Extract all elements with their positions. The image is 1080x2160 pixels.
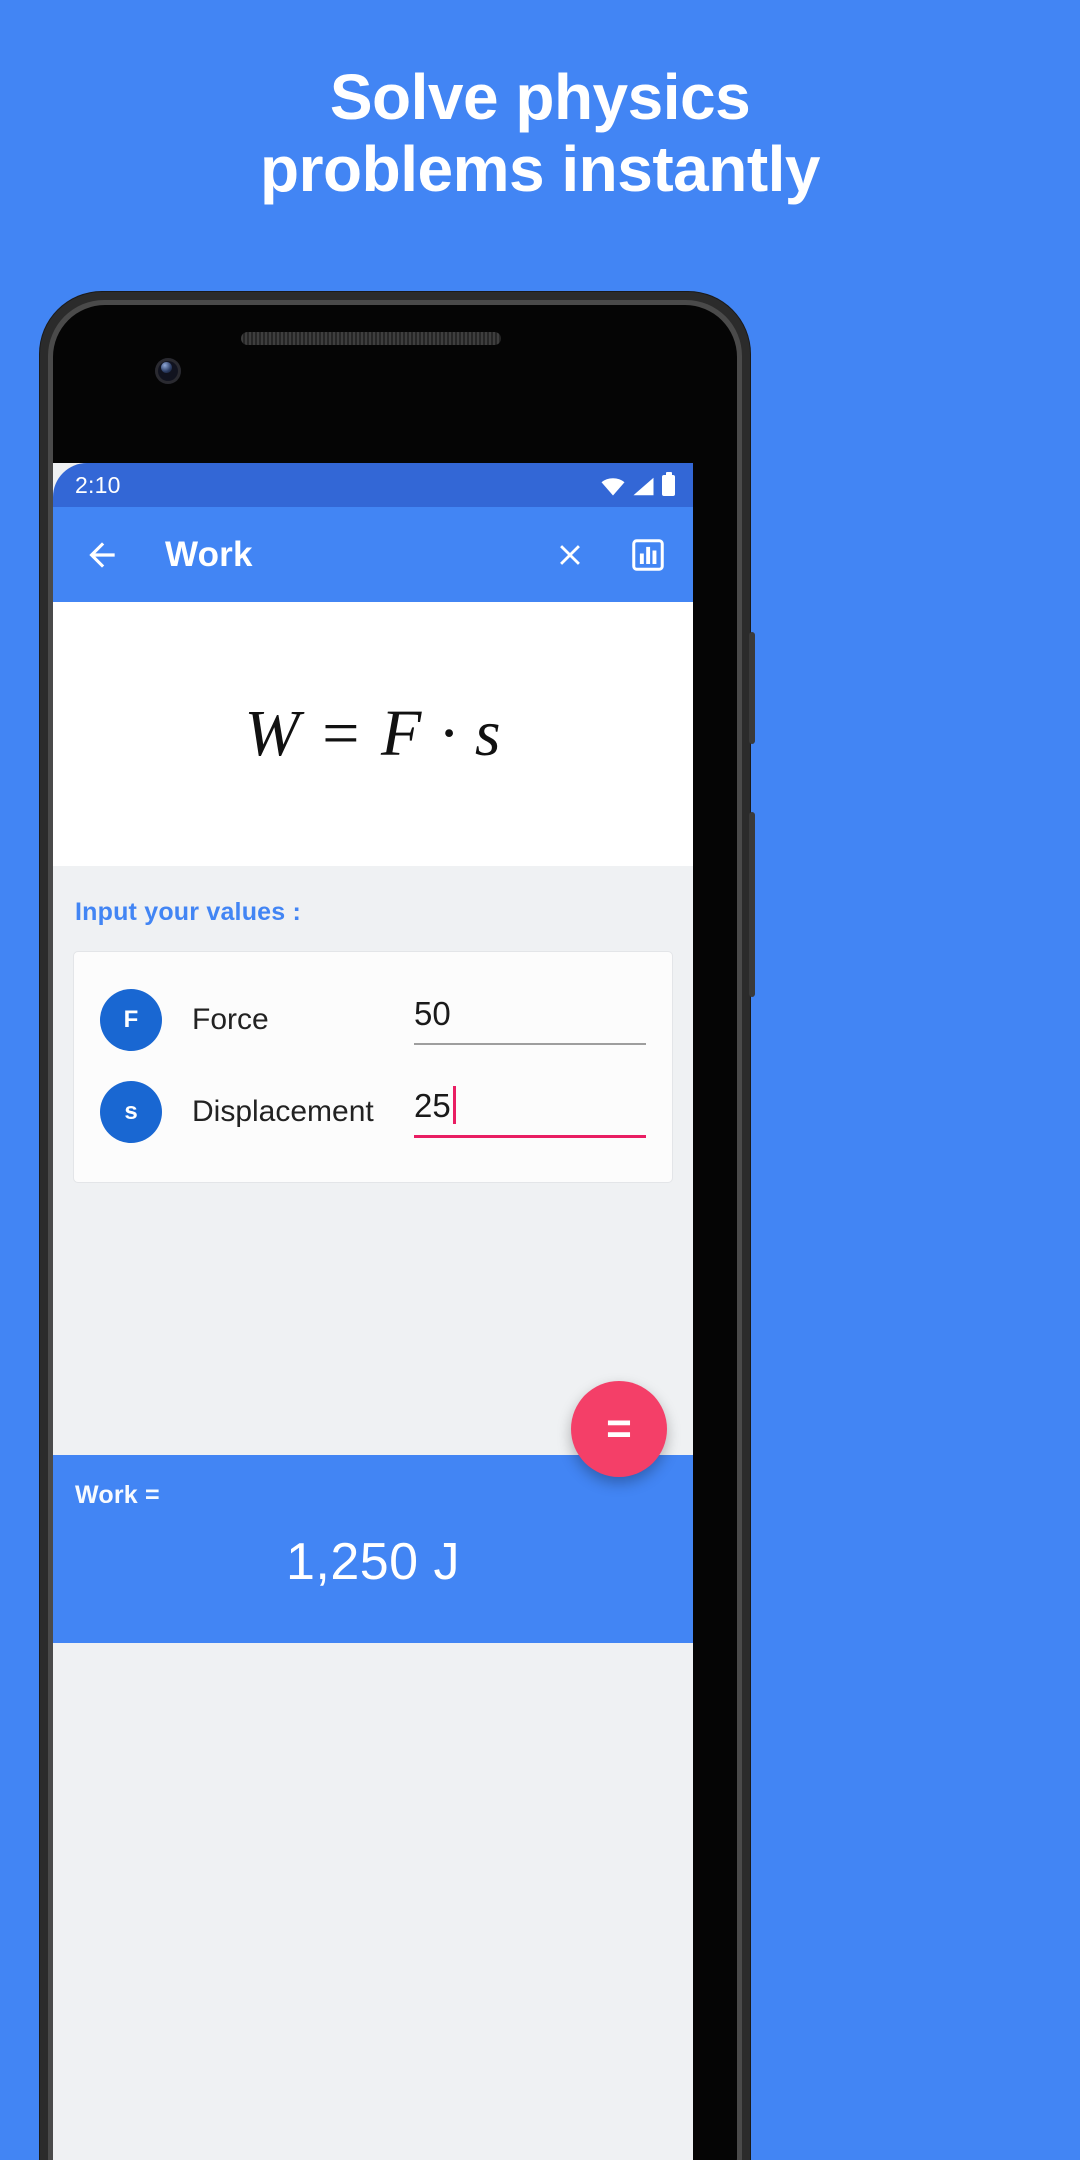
- power-button[interactable]: [749, 632, 755, 744]
- page-title: Work: [165, 534, 253, 574]
- phone-bezel: 2:10 Work W = F · s Input your values: …: [48, 300, 742, 2160]
- formula-text: W = F · s: [244, 697, 502, 770]
- input-section: Input your values : F Force 50 s Displac…: [53, 866, 693, 1183]
- signal-icon: [633, 477, 654, 495]
- symbol-badge-displacement: s: [100, 1081, 162, 1143]
- close-icon[interactable]: [549, 534, 591, 576]
- app-bar-actions: [549, 534, 669, 576]
- status-bar-icons: [601, 471, 675, 496]
- result-label: Work =: [75, 1481, 160, 1509]
- text-caret: [452, 1086, 456, 1124]
- calculate-fab[interactable]: =: [571, 1381, 667, 1477]
- input-section-label: Input your values :: [75, 898, 302, 926]
- result-bar: Work = 1,250 J: [53, 1455, 693, 1643]
- headline-line-1: Solve physics: [329, 61, 751, 133]
- input-value-force: 50: [414, 995, 451, 1032]
- input-row-displacement[interactable]: s Displacement 25: [100, 1066, 646, 1158]
- phone-screen-glass: 2:10 Work W = F · s Input your values: …: [53, 305, 737, 2160]
- volume-button[interactable]: [749, 812, 755, 997]
- input-label-displacement: Displacement: [192, 1095, 374, 1128]
- battery-icon: [662, 471, 675, 496]
- bar-chart-icon[interactable]: [627, 534, 669, 576]
- app-screen: 2:10 Work W = F · s Input your values: …: [53, 463, 693, 2160]
- status-bar: 2:10: [53, 463, 693, 507]
- input-card: F Force 50 s Displacement 25: [73, 951, 673, 1183]
- symbol-badge-force: F: [100, 989, 162, 1051]
- wifi-icon: [601, 477, 625, 495]
- formula-panel: W = F · s: [53, 602, 693, 866]
- promo-headline: Solve physics problems instantly: [0, 61, 1080, 205]
- input-value-displacement-wrap: 25: [414, 1086, 646, 1135]
- input-field-force[interactable]: 50: [414, 995, 646, 1045]
- input-underline-displacement: [414, 1135, 646, 1138]
- input-value-displacement: 25: [414, 1087, 451, 1124]
- input-row-force[interactable]: F Force 50: [100, 974, 646, 1066]
- app-bar: Work: [53, 507, 693, 602]
- result-value: 1,250 J: [285, 1533, 461, 1591]
- input-underline-force: [414, 1043, 646, 1045]
- input-label-force: Force: [192, 1003, 269, 1036]
- earpiece-speaker: [241, 332, 501, 345]
- phone-mockup: 2:10 Work W = F · s Input your values: …: [40, 292, 755, 2160]
- back-arrow-icon[interactable]: [81, 534, 123, 576]
- status-bar-time: 2:10: [75, 471, 121, 498]
- content-spacer: =: [53, 1183, 693, 1477]
- headline-line-2: problems instantly: [260, 132, 821, 205]
- front-camera-icon: [155, 358, 181, 384]
- input-field-displacement[interactable]: 25: [414, 1086, 646, 1138]
